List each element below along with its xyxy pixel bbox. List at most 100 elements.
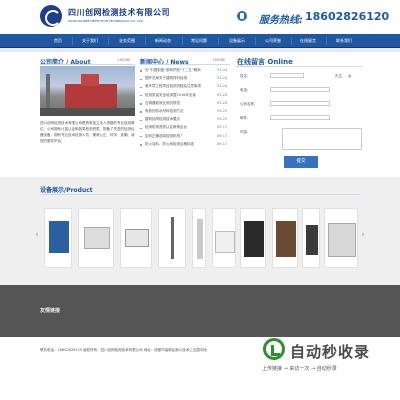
header: 四川创网检测技术有限公司 SICHUAN WEB DETECTION TECHN… xyxy=(0,0,400,34)
nav-item-faq[interactable]: 常见问题 xyxy=(184,34,214,48)
name-label: 姓名: xyxy=(240,74,249,78)
product-card[interactable] xyxy=(192,208,206,268)
product-card[interactable] xyxy=(272,208,298,268)
news-title-text[interactable]: 检测机构资质认定新规出台 xyxy=(145,125,213,130)
product-image xyxy=(215,231,235,253)
bullet-icon xyxy=(140,70,142,72)
product-card[interactable] xyxy=(240,208,266,268)
news-item[interactable]: 防火涂料，防火阀检测合格标准 09-17 xyxy=(140,142,230,150)
submit-button[interactable]: 提交 xyxy=(284,156,318,168)
nav-item-business[interactable]: 业务范围 xyxy=(112,34,142,48)
nav-divider xyxy=(326,37,327,45)
bullet-icon xyxy=(140,94,142,97)
email-field[interactable] xyxy=(270,115,330,120)
news-item[interactable]: 为"中国制造"保驾护航"十二五"期间 03-24 xyxy=(140,68,230,76)
phone-icon xyxy=(237,11,247,21)
content-textarea[interactable] xyxy=(282,128,362,150)
banner-strip xyxy=(0,48,400,52)
phone-label: 电话: xyxy=(240,88,249,92)
news-title-text[interactable]: 有效的防水材料检测方法 xyxy=(145,109,213,114)
news-date: 09-25 xyxy=(217,117,228,122)
bullet-icon xyxy=(140,135,142,138)
about-text: 四川创网检测技术有限公司是具有独立法人资格的专业检测单位，公司拥有计量认证和各类… xyxy=(40,121,135,143)
bullet-icon xyxy=(140,103,142,105)
news-more-link[interactable]: +MORE xyxy=(212,58,225,62)
tower-shape xyxy=(46,74,50,108)
news-title-text[interactable]: 空调器能效比测试规范 xyxy=(145,101,213,106)
nav-item-message[interactable]: 在线留言 xyxy=(293,34,323,48)
bullet-icon xyxy=(140,144,142,146)
news-date: 09-25 xyxy=(217,108,228,113)
news-list: 为"中国制造"保驾护航"十二五"期间 03-24 国环总局关于建筑材料检测 03-2… xyxy=(140,68,230,150)
nav-divider xyxy=(291,37,292,45)
company-name-cn: 四川创网检测技术有限公司 xyxy=(68,8,170,17)
nav-item-contact[interactable]: 联系我们 xyxy=(329,34,359,48)
news-item[interactable]: 奥环境工程项目检测流程及注意事项 03-24 xyxy=(140,84,230,92)
product-card[interactable] xyxy=(120,208,152,268)
product-card[interactable] xyxy=(324,208,358,268)
product-card[interactable] xyxy=(78,208,114,268)
news-date: 03-24 xyxy=(217,92,228,97)
product-card[interactable] xyxy=(212,208,236,268)
news-date: 09-17 xyxy=(217,133,228,138)
product-image xyxy=(171,217,174,259)
product-card[interactable] xyxy=(158,208,186,268)
news-title-text[interactable]: 国环总局关于建筑材料检测 xyxy=(145,76,213,81)
news-title-text[interactable]: 防火涂料，防火阀检测合格标准 xyxy=(145,142,213,147)
news-title-text[interactable]: 检测质量安全培训暨2016年全省 xyxy=(145,93,213,98)
nav-item-honors[interactable]: 公司荣誉 xyxy=(258,34,288,48)
news-divider xyxy=(140,64,230,65)
bullet-icon xyxy=(140,111,142,113)
nav-divider xyxy=(72,37,73,45)
footer-text: 联系电话：18602826120 版权所有：四川创网检测技术有限公司 地址：成都… xyxy=(40,348,207,352)
news-item[interactable]: 有效的防水材料检测方法 09-25 xyxy=(140,109,230,117)
news-item[interactable]: 如何正确选择检测机构？ 09-17 xyxy=(140,134,230,142)
product-image xyxy=(328,223,356,257)
watermark-title: 自动秒收录 xyxy=(290,343,371,361)
news-title-text[interactable]: 为"中国制造"保驾护航"十二五"期间 xyxy=(145,68,213,73)
gender-female-label[interactable]: 女 xyxy=(348,74,352,79)
about-more-link[interactable]: +MORE xyxy=(117,58,130,62)
main-nav: 首页 关于我们 业务范围 新闻动态 常见问题 设备展示 公司荣誉 在线留言 联系… xyxy=(0,34,400,48)
news-item[interactable]: 检测质量安全培训暨2016年全省 03-24 xyxy=(140,93,230,101)
news-date: 03-24 xyxy=(217,68,228,72)
content-label: 内容: xyxy=(240,130,249,134)
news-item[interactable]: 空调器能效比测试规范 03-24 xyxy=(140,101,230,109)
links-title: 友情链接 xyxy=(40,308,61,314)
news-item[interactable]: 国环总局关于建筑材料检测 03-24 xyxy=(140,76,230,84)
nav-divider xyxy=(182,37,183,45)
product-card[interactable] xyxy=(302,208,320,268)
news-date: 03-24 xyxy=(217,76,228,81)
contact-divider xyxy=(237,66,362,67)
nav-item-news[interactable]: 新闻动态 xyxy=(148,34,178,48)
nav-item-equipment[interactable]: 设备展示 xyxy=(222,34,252,48)
nav-item-about[interactable]: 关于我们 xyxy=(75,34,105,48)
nav-item-home[interactable]: 首页 xyxy=(44,34,72,48)
product-image xyxy=(276,221,296,257)
chevron-left-icon[interactable]: ‹ xyxy=(34,225,40,245)
news-title-text[interactable]: 奥环境工程项目检测流程及注意事项 xyxy=(145,84,213,89)
product-image xyxy=(244,221,264,257)
news-title-text[interactable]: 建筑结构检测技术要点 xyxy=(145,117,213,122)
news-date: 09-17 xyxy=(217,125,228,130)
company-label: 公司名称: xyxy=(240,102,256,106)
name-field[interactable] xyxy=(270,73,304,78)
product-image xyxy=(197,219,203,259)
nav-divider xyxy=(218,37,219,45)
gender-male-label[interactable]: 先生 xyxy=(335,74,342,79)
company-building-image[interactable] xyxy=(40,66,135,116)
about-divider xyxy=(40,64,135,65)
news-date: 03-24 xyxy=(217,84,228,89)
chevron-right-icon[interactable]: › xyxy=(360,225,366,245)
news-title-text[interactable]: 如何正确选择检测机构？ xyxy=(145,134,213,139)
logo-icon[interactable] xyxy=(40,5,62,27)
phone-field[interactable] xyxy=(270,87,330,92)
product-image xyxy=(125,229,149,247)
company-field[interactable] xyxy=(270,101,330,106)
product-card[interactable] xyxy=(44,208,72,268)
news-item[interactable]: 建筑结构检测技术要点 09-25 xyxy=(140,117,230,125)
news-date: 09-17 xyxy=(217,141,228,146)
news-item[interactable]: 检测机构资质认定新规出台 09-17 xyxy=(140,125,230,133)
hotline-number: 18602826120 xyxy=(305,10,390,23)
company-name-en: SICHUAN WEB DETECTION TECHNOLOGY CO., LT… xyxy=(68,19,144,23)
